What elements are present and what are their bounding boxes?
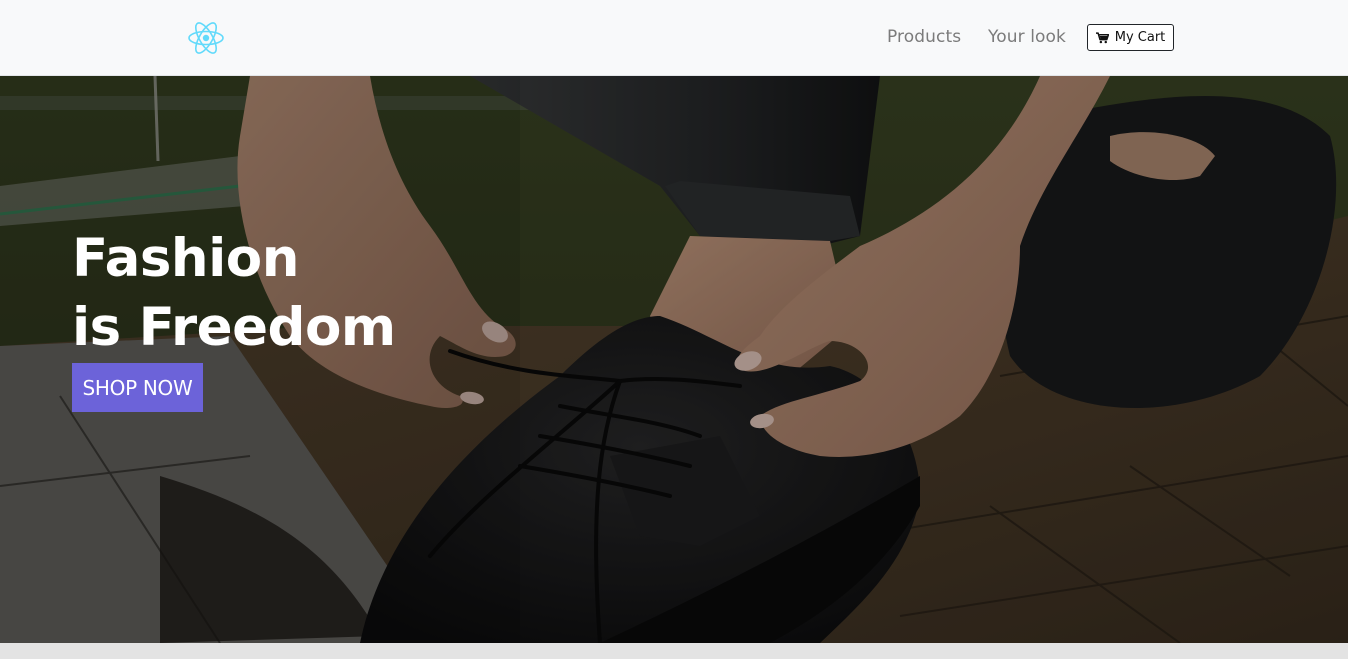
nav-link-your-look[interactable]: Your look — [988, 27, 1066, 47]
hero-heading-line1: Fashion — [72, 228, 299, 289]
shop-now-button[interactable]: SHOP NOW — [72, 363, 203, 412]
hero-banner: Fashion is Freedom SHOP NOW — [0, 76, 1348, 643]
my-cart-button[interactable]: My Cart — [1087, 24, 1174, 51]
my-cart-label: My Cart — [1114, 30, 1166, 45]
shopping-cart-icon — [1095, 31, 1109, 44]
react-atom-icon[interactable] — [186, 19, 226, 57]
page-bottom-strip — [0, 643, 1348, 659]
nav-link-products[interactable]: Products — [887, 27, 961, 47]
hero-heading: Fashion is Freedom — [72, 224, 396, 362]
top-navbar: Products Your look My Cart — [0, 0, 1348, 76]
hero-heading-line2: is Freedom — [72, 297, 396, 358]
